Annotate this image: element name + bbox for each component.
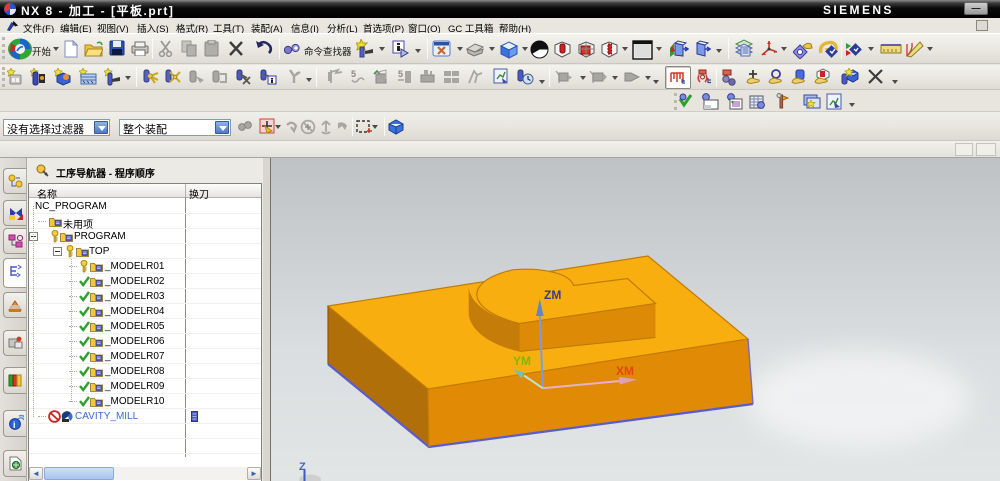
svg-text:5: 5	[398, 69, 403, 79]
svg-text:XM: XM	[616, 364, 634, 378]
svg-text:YM: YM	[513, 354, 531, 368]
svg-text:i: i	[13, 420, 16, 430]
svg-text:ZM: ZM	[544, 288, 561, 302]
svg-text:Z: Z	[299, 461, 306, 473]
svg-text:5: 5	[351, 69, 356, 79]
